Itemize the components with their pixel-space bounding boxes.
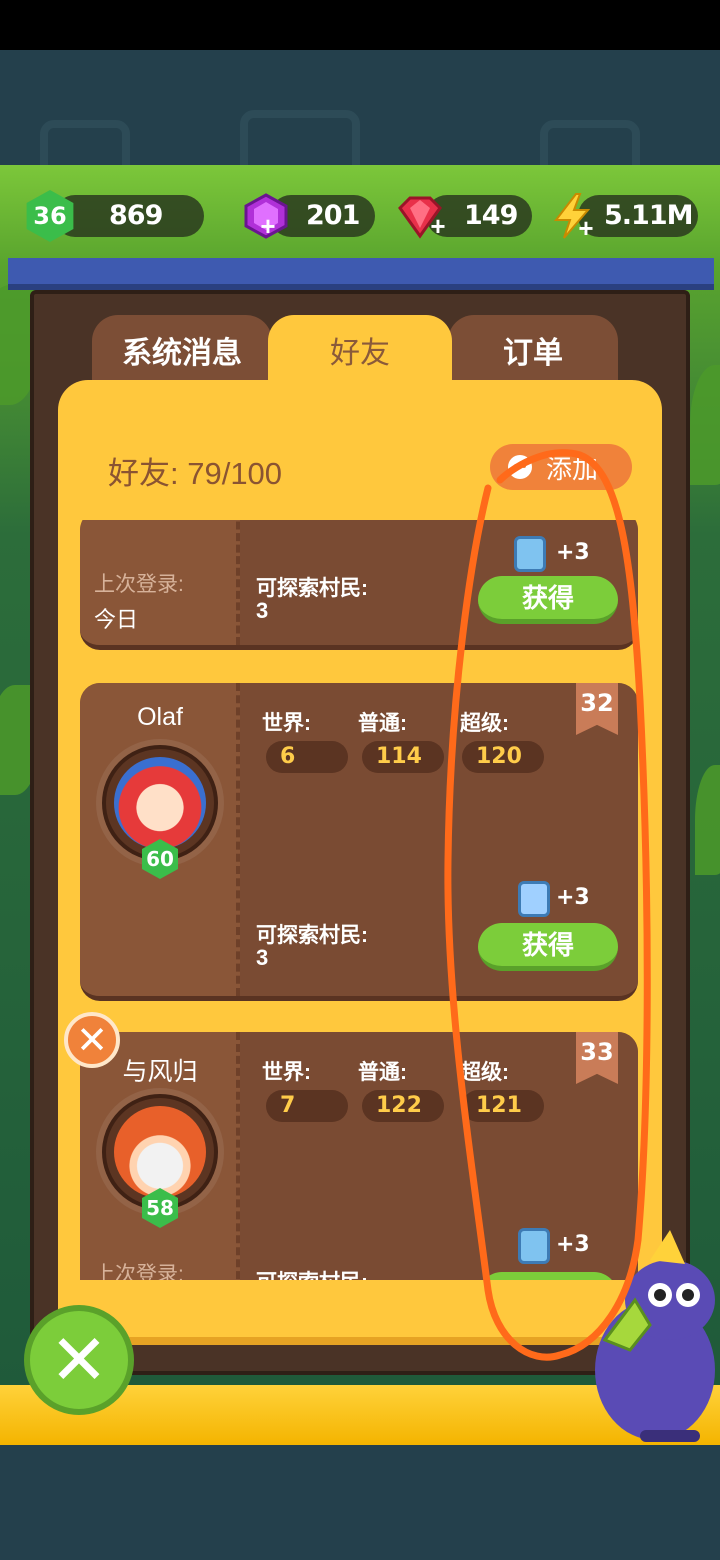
tab-label: 好友 — [330, 337, 390, 370]
super-value: 120 — [462, 741, 544, 773]
explorable-label: 可探索村民: — [256, 924, 368, 947]
explorable-value: 3 — [256, 598, 269, 623]
red-gem-count: 149 — [464, 200, 518, 231]
world-value: 6 — [266, 741, 348, 773]
tab-orders[interactable]: 订单 — [448, 315, 618, 385]
player-level: 36 — [33, 202, 67, 230]
get-button[interactable]: 获得 — [478, 923, 618, 971]
rank-value: 33 — [580, 1038, 614, 1066]
world-label: 世界: — [262, 712, 311, 735]
explorable-label: 可探索村民: — [256, 1266, 368, 1280]
tab-friends[interactable]: 好友 — [268, 315, 452, 385]
dinosaur-mascot — [595, 1230, 715, 1442]
avatar-face — [114, 757, 206, 849]
get-label: 获得 — [522, 1279, 574, 1280]
friend-card-left: 与风归 58 上次登录: — [80, 1032, 240, 1280]
villager-reward-icon — [518, 1228, 550, 1264]
tab-system-messages[interactable]: 系统消息 — [92, 315, 272, 385]
last-login-label: 上次登录: — [94, 573, 184, 596]
rank-value: 32 — [580, 689, 614, 717]
last-login-value: 今日 — [94, 607, 139, 632]
purple-gem-resource[interactable]: + 201 — [242, 190, 377, 240]
background-bottom — [0, 1445, 720, 1560]
friends-list[interactable]: 上次登录: 今日 可探索村民: 3 +3 获得 Olaf 60 世界: 普通: … — [58, 520, 662, 1280]
rank-ribbon: 33 — [576, 1032, 618, 1084]
red-gem-resource[interactable]: + 149 — [396, 190, 534, 240]
super-label: 超级: — [460, 712, 509, 735]
friend-card: 上次登录: 今日 可探索村民: 3 +3 获得 — [80, 520, 638, 650]
friend-card-left: 上次登录: 今日 — [80, 520, 240, 645]
get-label: 获得 — [521, 930, 574, 960]
reward-amount: +3 — [556, 540, 590, 565]
friend-card-right: 世界: 普通: 超级: 7 122 121 33 +3 可探索村民: 获得 — [240, 1032, 638, 1280]
avatar-face — [114, 1106, 206, 1198]
normal-value: 122 — [362, 1090, 444, 1122]
friend-card-olaf: Olaf 60 世界: 普通: 超级: 6 114 120 32 +3 可探索村… — [80, 683, 638, 1001]
get-button[interactable]: 获得 — [478, 576, 618, 624]
add-friend-icon — [508, 455, 532, 479]
plus-icon: + — [430, 211, 446, 241]
plus-icon: + — [260, 211, 276, 241]
close-icon: ✕ — [76, 1019, 108, 1062]
friend-card-left: Olaf 60 — [80, 683, 240, 996]
villager-reward-icon — [518, 881, 550, 917]
normal-value: 114 — [362, 741, 444, 773]
reward-amount: +3 — [556, 885, 590, 910]
plus-icon: + — [578, 213, 594, 243]
close-icon: ✕ — [49, 1321, 109, 1399]
explorable-label: 可探索村民: — [256, 577, 368, 600]
normal-label: 普通: — [358, 1061, 407, 1084]
remove-friend-button[interactable]: ✕ — [64, 1012, 120, 1068]
status-bar — [0, 0, 720, 50]
energy-resource[interactable]: + 5.11M — [548, 190, 700, 243]
friend-card-yufenggui: 与风归 58 上次登录: 世界: 普通: 超级: 7 122 121 33 +3… — [80, 1032, 638, 1280]
world-label: 世界: — [262, 1061, 311, 1084]
background-top — [0, 50, 720, 190]
super-value: 121 — [462, 1090, 544, 1122]
add-friend-label: 添加 — [546, 453, 599, 484]
energy-value: 5.11M — [604, 200, 693, 231]
leaf-decor — [695, 765, 720, 875]
rank-ribbon: 32 — [576, 683, 618, 735]
villager-reward-icon — [514, 536, 546, 572]
get-label: 获得 — [521, 583, 574, 613]
friend-card-right: 可探索村民: 3 +3 获得 — [240, 520, 638, 645]
top-beam — [8, 258, 714, 290]
leaf-decor — [690, 365, 720, 485]
friend-name: Olaf — [137, 703, 183, 731]
friend-level: 58 — [146, 1196, 174, 1220]
super-label: 超级: — [460, 1061, 509, 1084]
xp-value: 869 — [109, 200, 163, 231]
xp-resource[interactable]: 36 869 — [24, 190, 209, 242]
purple-gem-count: 201 — [306, 200, 360, 231]
friends-count: 好友: 79/100 — [108, 456, 283, 491]
add-friend-button[interactable]: 添加 — [490, 444, 632, 490]
friend-card-right: 世界: 普通: 超级: 6 114 120 32 +3 可探索村民: 3 获得 — [240, 683, 638, 996]
world-value: 7 — [266, 1090, 348, 1122]
close-button[interactable]: ✕ — [24, 1305, 134, 1415]
tab-label: 系统消息 — [122, 337, 242, 370]
explorable-value: 3 — [256, 945, 269, 970]
normal-label: 普通: — [358, 712, 407, 735]
tab-label: 订单 — [503, 337, 563, 370]
friend-level: 60 — [146, 847, 174, 871]
last-login-label: 上次登录: — [94, 1263, 184, 1280]
